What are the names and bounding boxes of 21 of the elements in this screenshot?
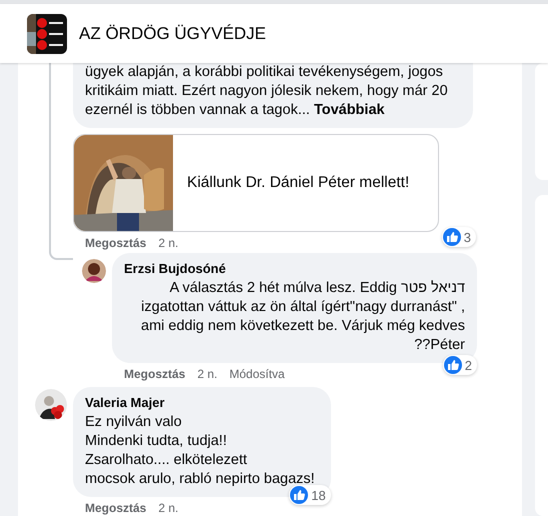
comment-text: דניאל פטר A választás 2 hét múlva lesz. Eddig izgatottan váttuk az ön által ígért"nagy durranást" , ami eddig nem következett be. Várjuk még kedves Péter?? [140, 279, 465, 355]
reaction-badge[interactable]: 18 [289, 485, 331, 505]
reaction-badge[interactable]: 3 [442, 227, 476, 247]
link-title: Kiállunk Dr. Dániel Péter mellett! [187, 174, 410, 192]
timestamp[interactable]: 2 n. [158, 500, 178, 516]
share-link[interactable]: Megosztás [124, 366, 186, 382]
comment-text: ügyek alapján, a korábbi politikai tevékenységem, jogos kritikáim miatt. Ezért nagyon jólesik nekem, hogy már 20 ezernél is többen vannak a tagok... Továbbiak [85, 63, 449, 120]
link-preview-card[interactable]: Kiállunk Dr. Dániel Péter mellett! [73, 134, 439, 232]
timestamp[interactable]: 2 n. [197, 366, 218, 382]
see-more-link[interactable]: Továbbiak [314, 102, 385, 118]
page-title: AZ ÖRDÖG ÜGYVÉDJE [79, 24, 266, 44]
timestamp[interactable]: 2 n. [158, 235, 178, 251]
author-name[interactable]: Valeria Majer [85, 395, 315, 411]
like-icon [290, 486, 308, 504]
like-icon [442, 228, 461, 246]
like-icon [444, 356, 462, 374]
share-link[interactable]: Megosztás [85, 500, 146, 516]
author-name[interactable]: Erzsi Bujdosóné [124, 261, 465, 277]
reaction-badge[interactable]: 2 [442, 355, 477, 375]
share-link[interactable]: Megosztás [85, 235, 146, 251]
edited-label: Módosítva [229, 366, 285, 382]
